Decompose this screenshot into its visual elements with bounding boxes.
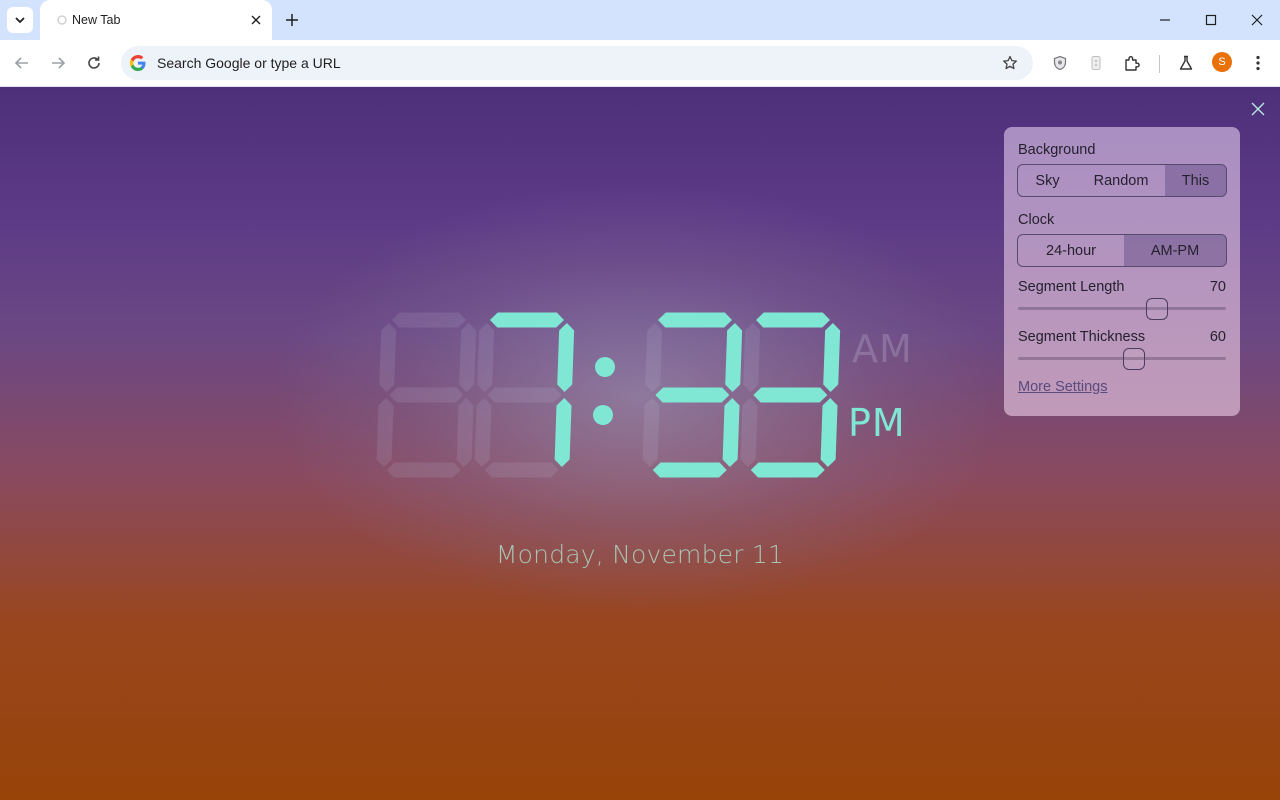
clock-digit-2: [642, 312, 743, 478]
date-display: Monday, November 11: [495, 540, 785, 569]
toolbar-divider: [1159, 55, 1160, 73]
extension-icon: [1091, 56, 1101, 70]
pm-indicator: PM: [848, 401, 906, 445]
reload-button[interactable]: [80, 49, 108, 77]
segment-e: [474, 398, 492, 467]
background-label: Background: [1018, 142, 1096, 158]
tab-title: New Tab: [72, 13, 121, 27]
segment-length-label: Segment Length: [1018, 279, 1125, 295]
segment-f: [477, 323, 495, 392]
segment-d: [750, 462, 825, 478]
background-option-this[interactable]: This: [1165, 165, 1226, 196]
extension-clock-button[interactable]: [1084, 51, 1108, 75]
segment-c: [820, 398, 838, 467]
segment-thickness-slider-track[interactable]: [1018, 357, 1226, 360]
am-indicator: AM: [852, 327, 913, 371]
labs-button[interactable]: [1174, 51, 1198, 75]
segment-g: [753, 387, 828, 403]
segment-a: [756, 312, 830, 328]
segment-g: [655, 387, 730, 403]
arrow-left-icon: [14, 57, 28, 69]
new-tab-favicon-icon: [57, 15, 67, 25]
reload-icon: [88, 56, 100, 69]
segment-length-slider-thumb[interactable]: [1146, 298, 1168, 320]
colon-dot-0: [595, 357, 615, 377]
segment-a: [658, 312, 732, 328]
segment-b: [557, 323, 575, 392]
tab-strip: New Tab: [0, 0, 1280, 40]
segment-c: [554, 398, 572, 467]
clock-option-am-pm[interactable]: AM-PM: [1124, 235, 1226, 266]
google-logo-icon: [130, 55, 146, 71]
minimize-icon: [1160, 19, 1170, 21]
address-bar-placeholder: Search Google or type a URL: [157, 55, 341, 71]
segment-length-value: 70: [1209, 279, 1226, 295]
clock-digit-1: [474, 312, 575, 478]
tab-new-tab[interactable]: New Tab: [40, 0, 272, 40]
star-icon: [1003, 55, 1017, 70]
segment-length-slider-track[interactable]: [1018, 307, 1226, 310]
profile-avatar[interactable]: S: [1212, 52, 1232, 72]
segment-f: [645, 323, 663, 392]
segment-f: [379, 323, 397, 392]
segment-g: [389, 387, 464, 403]
clock-digit-0: [376, 312, 477, 478]
window-close-button[interactable]: [1234, 0, 1280, 40]
segment-e: [642, 398, 660, 467]
tab-close-button[interactable]: [246, 10, 266, 30]
shield-icon: [1053, 55, 1067, 71]
close-icon: [1251, 102, 1265, 116]
settings-close-button[interactable]: [1248, 99, 1268, 119]
background-selector: Sky Random This: [1017, 164, 1227, 197]
segment-g: [487, 387, 562, 403]
chevron-down-icon: [15, 17, 25, 24]
settings-panel: Background Sky Random This Clock 24-hour…: [1004, 127, 1240, 416]
segment-e: [740, 398, 758, 467]
flask-icon: [1179, 55, 1193, 70]
kebab-menu-icon: [1256, 55, 1260, 71]
segment-a: [490, 312, 564, 328]
forward-button[interactable]: [44, 49, 72, 77]
clock-page: AM PM Monday, November 11 Background Sky…: [0, 87, 1280, 800]
colon-dot-1: [593, 405, 613, 425]
tab-search-button[interactable]: [7, 7, 33, 33]
segment-b: [823, 323, 841, 392]
maximize-button[interactable]: [1188, 0, 1234, 40]
chrome-menu-button[interactable]: [1246, 51, 1270, 75]
segment-e: [376, 398, 394, 467]
puzzle-icon: [1125, 56, 1140, 71]
segment-b: [725, 323, 743, 392]
background-option-random[interactable]: Random: [1077, 165, 1165, 196]
segment-thickness-slider-thumb[interactable]: [1123, 348, 1145, 370]
segment-c: [722, 398, 740, 467]
segment-c: [456, 398, 474, 467]
clock-format-selector: 24-hour AM-PM: [1017, 234, 1227, 267]
bookmark-star-button[interactable]: [999, 52, 1021, 74]
segment-f: [743, 323, 761, 392]
arrow-right-icon: [52, 57, 66, 69]
clock-digit-3: [740, 312, 841, 478]
segment-d: [652, 462, 727, 478]
segment-d: [484, 462, 559, 478]
segment-thickness-label: Segment Thickness: [1018, 329, 1146, 345]
clock-option-24-hour[interactable]: 24-hour: [1018, 235, 1124, 266]
close-icon: [1251, 14, 1263, 26]
back-button[interactable]: [8, 49, 36, 77]
browser-toolbar: Search Google or type a URL S: [0, 40, 1280, 87]
segment-a: [392, 312, 466, 328]
more-settings-link[interactable]: More Settings: [1018, 379, 1107, 395]
extensions-menu-button[interactable]: [1120, 51, 1144, 75]
segment-d: [386, 462, 461, 478]
minimize-button[interactable]: [1142, 0, 1188, 40]
maximize-icon: [1205, 14, 1217, 26]
segment-thickness-value: 60: [1209, 329, 1226, 345]
extension-shield-button[interactable]: [1048, 51, 1072, 75]
segment-b: [459, 323, 477, 392]
background-option-sky[interactable]: Sky: [1018, 165, 1077, 196]
address-bar[interactable]: Search Google or type a URL: [121, 46, 1033, 80]
close-icon: [251, 15, 261, 25]
clock-label: Clock: [1018, 212, 1055, 228]
plus-icon: [286, 14, 298, 26]
new-tab-button[interactable]: [280, 8, 304, 32]
